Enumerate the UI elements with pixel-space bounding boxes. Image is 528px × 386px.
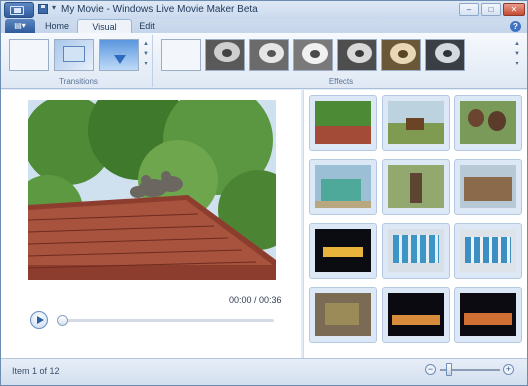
transitions-group: ▲ ▼ ▾ Transitions — [5, 35, 153, 87]
seek-handle[interactable] — [57, 315, 68, 326]
transitions-group-label: Transitions — [59, 77, 98, 86]
storyboard-clip[interactable] — [382, 223, 450, 279]
app-menu-button[interactable] — [4, 2, 34, 18]
clip-thumbnail — [315, 165, 371, 208]
effects-gallery-scroll[interactable]: ▲ ▼ ▾ — [513, 39, 521, 71]
storyboard-clip[interactable] — [309, 95, 377, 151]
item-count-status: Item 1 of 12 — [12, 366, 60, 376]
transition-slide-thumbnail[interactable] — [99, 39, 139, 71]
flower-center-icon — [310, 50, 320, 58]
clip-thumbnail — [388, 293, 444, 336]
storyboard-clip[interactable] — [309, 159, 377, 215]
app-window: ▾ My Movie - Windows Live Movie Maker Be… — [0, 0, 528, 386]
zoom-slider-handle[interactable] — [446, 363, 452, 376]
effects-group: ▲ ▼ ▾ Effects — [157, 35, 525, 87]
zoom-out-button[interactable]: − — [425, 364, 436, 375]
storyboard-clip[interactable] — [382, 95, 450, 151]
scroll-down-icon: ▼ — [143, 51, 149, 57]
effect-black-white-thumbnail[interactable] — [205, 39, 245, 71]
zoom-in-button[interactable]: + — [503, 364, 514, 375]
window-title: My Movie - Windows Live Movie Maker Beta — [61, 4, 258, 15]
scroll-up-icon: ▲ — [143, 41, 149, 47]
gallery-more-icon: ▾ — [144, 61, 148, 67]
clip-thumbnail — [460, 165, 516, 208]
effect-cool-thumbnail[interactable] — [425, 39, 465, 71]
video-preview[interactable] — [28, 100, 276, 280]
effect-grayscale-thumbnail[interactable] — [249, 39, 289, 71]
tab-edit[interactable]: Edit — [135, 19, 159, 33]
save-icon[interactable] — [38, 4, 48, 14]
effect-none-thumbnail[interactable] — [161, 39, 201, 71]
clip-thumbnail — [315, 229, 371, 272]
maximize-button[interactable]: □ — [481, 3, 501, 16]
filmstrip-icon — [10, 6, 24, 15]
customize-quick-access-button[interactable]: ▾ — [52, 3, 56, 12]
application-menu-tab[interactable]: ▤▾ — [5, 19, 35, 33]
play-button[interactable] — [30, 311, 48, 329]
close-button[interactable]: ✕ — [503, 3, 525, 16]
flower-center-icon — [443, 50, 452, 57]
flower-center-icon — [222, 49, 232, 57]
clip-thumbnail — [388, 165, 444, 208]
title-bar: ▾ My Movie - Windows Live Movie Maker Be… — [1, 1, 527, 19]
effect-sepia-thumbnail[interactable] — [293, 39, 333, 71]
ribbon: ▲ ▼ ▾ Transitions ▲ ▼ ▾ Effects — [1, 33, 527, 89]
storyboard-clip[interactable] — [454, 159, 522, 215]
preview-image — [28, 100, 276, 280]
transitions-gallery-scroll[interactable]: ▲ ▼ ▾ — [142, 39, 150, 71]
timecode: 00:00 / 00:36 — [229, 295, 282, 305]
storyboard-pane — [303, 90, 527, 358]
clip-thumbnail — [388, 101, 444, 144]
storyboard-clip[interactable] — [382, 159, 450, 215]
seek-bar[interactable] — [58, 319, 274, 322]
storyboard-clip[interactable] — [454, 287, 522, 343]
tab-visual-effects[interactable]: Visual Effects — [77, 19, 132, 46]
clip-thumbnail — [460, 101, 516, 144]
flower-center-icon — [267, 50, 276, 57]
effects-group-label: Effects — [328, 77, 354, 86]
clip-thumbnail — [460, 293, 516, 336]
effect-film-thumbnail[interactable] — [337, 39, 377, 71]
storyboard-clip[interactable] — [454, 223, 522, 279]
storyboard-clip[interactable] — [309, 223, 377, 279]
clip-thumbnail — [460, 229, 516, 272]
storyboard-clip[interactable] — [454, 95, 522, 151]
menu-icon: ▤▾ — [14, 21, 26, 30]
transition-crossfade-thumbnail[interactable] — [54, 39, 94, 71]
tab-home[interactable]: Home — [39, 19, 75, 33]
preview-pane: 00:00 / 00:36 — [1, 90, 301, 358]
status-bar: Item 1 of 12 − + — [1, 358, 527, 385]
help-icon[interactable]: ? — [510, 21, 521, 32]
down-arrow-icon — [114, 55, 126, 64]
clip-thumbnail — [315, 101, 371, 144]
scroll-up-icon: ▲ — [514, 41, 520, 47]
crossfade-icon — [63, 46, 85, 62]
flower-center-icon — [355, 50, 364, 57]
transition-none-thumbnail[interactable] — [9, 39, 49, 71]
storyboard-clip[interactable] — [382, 287, 450, 343]
ribbon-tab-row: ▤▾ Home Visual Effects Edit ? — [1, 19, 527, 46]
clip-thumbnail — [388, 229, 444, 272]
minimize-button[interactable]: – — [459, 3, 479, 16]
effect-warm-thumbnail[interactable] — [381, 39, 421, 71]
storyboard-clip[interactable] — [309, 287, 377, 343]
scroll-down-icon: ▼ — [514, 51, 520, 57]
gallery-more-icon: ▾ — [515, 61, 519, 67]
flower-center-icon — [398, 50, 408, 58]
clip-thumbnail — [315, 293, 371, 336]
